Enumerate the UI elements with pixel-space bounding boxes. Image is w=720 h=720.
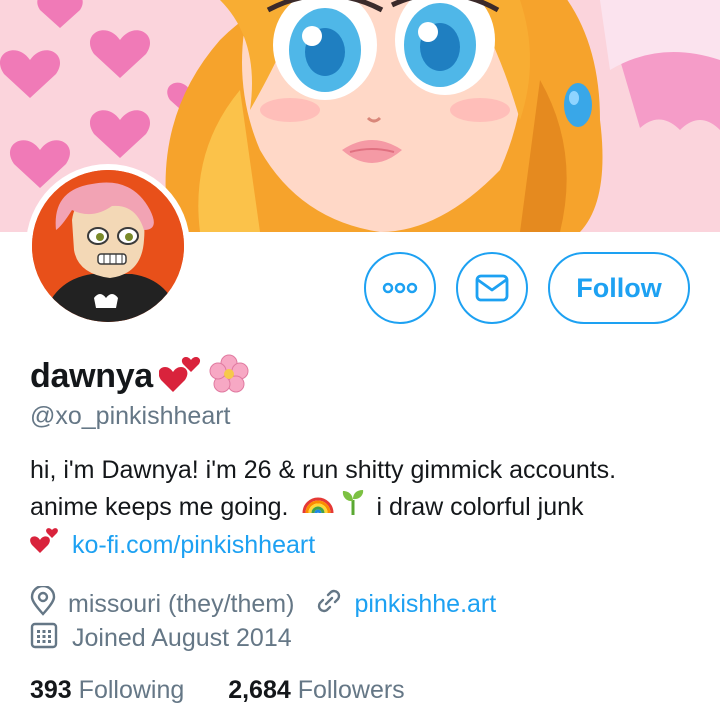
location-text: missouri (they/them) — [68, 590, 295, 618]
more-options-button[interactable] — [364, 252, 436, 324]
link-icon — [314, 586, 344, 623]
following-count: 393 — [30, 676, 72, 704]
joined-date: Joined August 2014 — [72, 624, 292, 652]
location-pin-icon — [30, 584, 56, 623]
message-button[interactable] — [456, 252, 528, 324]
following-stat[interactable]: 393 Following — [30, 676, 184, 704]
bio-line-1: hi, i'm Dawnya! i'm 26 & run shitty gimm… — [30, 456, 617, 484]
follow-button[interactable]: Follow — [548, 252, 690, 324]
calendar-icon — [30, 621, 58, 656]
envelope-icon — [475, 274, 509, 302]
two-hearts-icon — [30, 526, 60, 564]
handle: @xo_pinkishheart — [30, 402, 231, 430]
kofi-link[interactable]: ko-fi.com/pinkishheart — [72, 527, 315, 563]
name-row: dawnya — [30, 354, 249, 399]
followers-label: Followers — [297, 676, 405, 704]
bio-line-3: ko-fi.com/pinkishheart — [30, 526, 700, 564]
followers-count: 2,684 — [228, 676, 291, 704]
display-name: dawnya — [30, 356, 153, 395]
website-link[interactable]: pinkishhe.art — [354, 590, 496, 619]
more-dots-icon — [382, 282, 418, 294]
seedling-icon — [340, 488, 366, 526]
bio-line-2-text: anime keeps me going. — [30, 493, 289, 521]
profile-actions: Follow — [0, 252, 720, 324]
two-hearts-icon — [158, 354, 203, 399]
bio-line-2-tail: i draw colorful junk — [376, 493, 584, 521]
following-label: Following — [78, 676, 185, 704]
meta-row-joined: Joined August 2014 — [30, 621, 292, 656]
cherry-blossom-icon — [209, 354, 249, 399]
followers-stat[interactable]: 2,684 Followers — [228, 676, 405, 704]
bio: hi, i'm Dawnya! i'm 26 & run shitty gimm… — [30, 452, 700, 564]
bio-line-2: anime keeps me going. i draw colorful ju… — [30, 488, 700, 526]
rainbow-icon — [302, 489, 334, 525]
follow-stats: 393 Following 2,684 Followers — [30, 676, 405, 705]
meta-row-location: missouri (they/them) pinkishhe.art — [30, 584, 496, 623]
